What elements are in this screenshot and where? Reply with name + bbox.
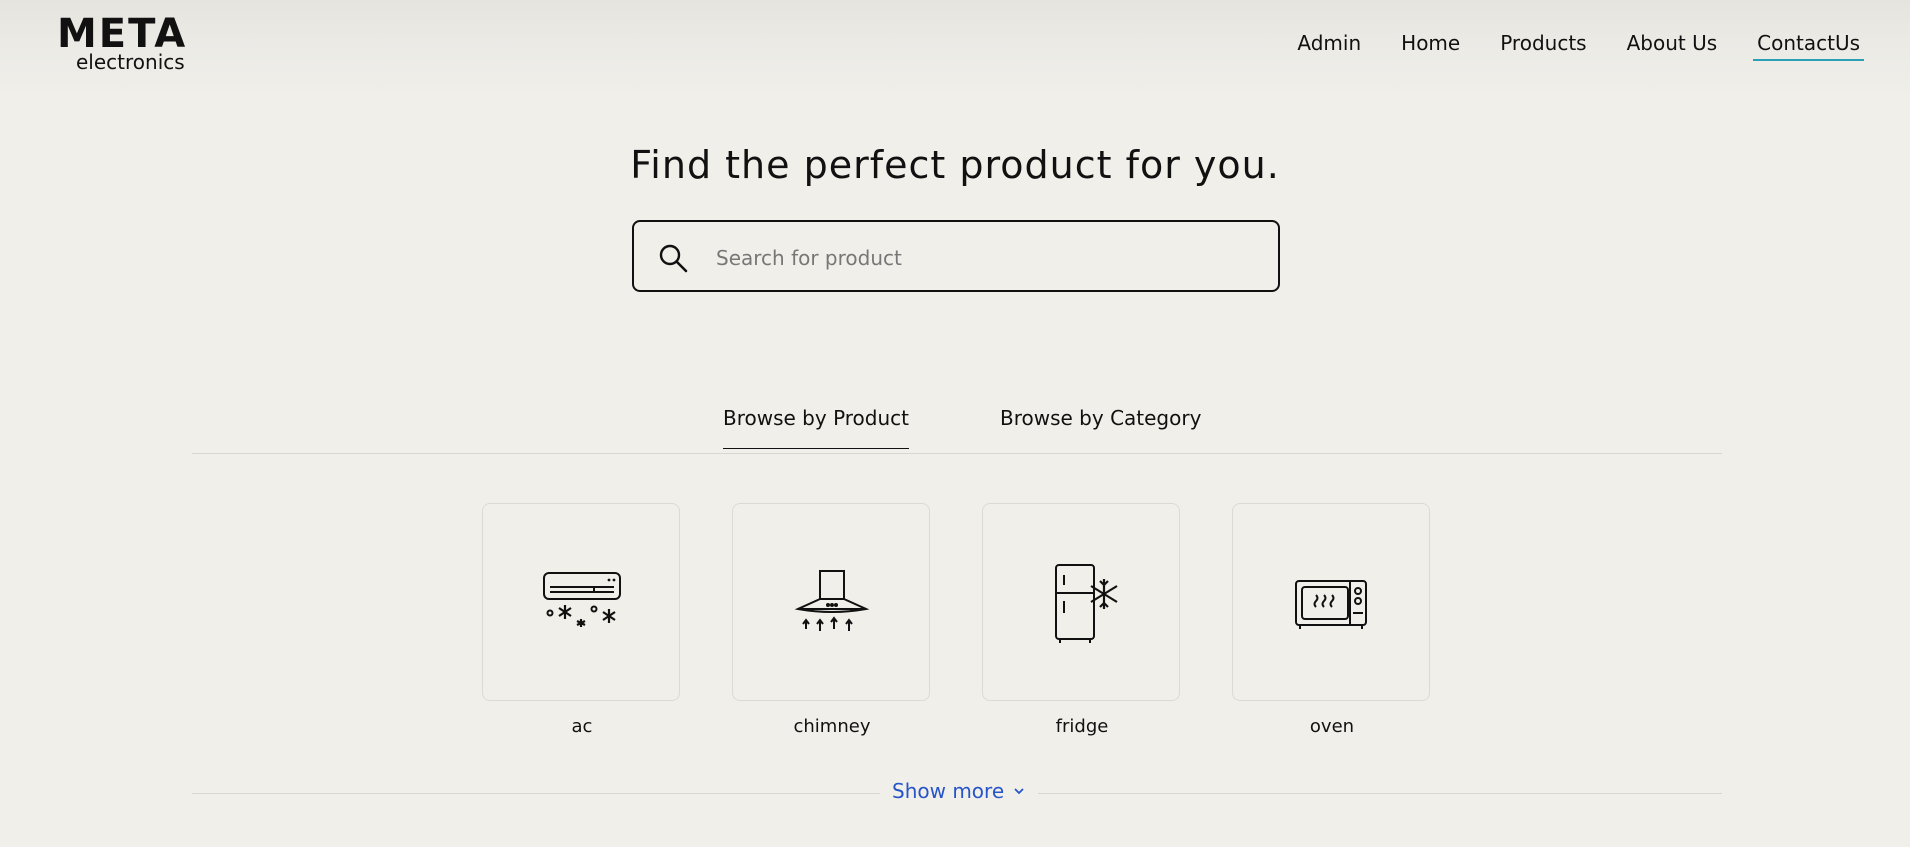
- product-card-fridge[interactable]: fridge: [982, 503, 1180, 737]
- brand-name: META: [57, 11, 188, 57]
- product-label-fridge: fridge: [1055, 716, 1109, 737]
- nav-home[interactable]: Home: [1401, 31, 1460, 61]
- show-more-button[interactable]: Show more: [880, 779, 1039, 803]
- show-more-label: Show more: [892, 779, 1005, 803]
- brand-logo[interactable]: META electronics: [57, 14, 187, 72]
- nav-products[interactable]: Products: [1500, 31, 1586, 61]
- product-label-chimney: chimney: [793, 716, 871, 737]
- product-card-chimney[interactable]: chimney: [732, 503, 930, 737]
- search-icon[interactable]: [658, 243, 688, 273]
- product-card-oven[interactable]: oven: [1232, 503, 1430, 737]
- product-label-oven: oven: [1309, 716, 1355, 737]
- chimney-hood-icon: [794, 570, 870, 631]
- nav-admin[interactable]: Admin: [1297, 31, 1361, 61]
- nav-about-us[interactable]: About Us: [1627, 31, 1718, 61]
- site-header: META electronics Admin Home Products Abo…: [0, 0, 1910, 92]
- tab-browse-by-product[interactable]: Browse by Product: [723, 406, 910, 449]
- microwave-oven-icon: [1295, 580, 1367, 629]
- fridge-icon: [1055, 564, 1118, 643]
- chevron-down-icon: [1014, 788, 1024, 795]
- main-nav: Admin Home Products About Us ContactUs: [1297, 31, 1864, 61]
- search-input[interactable]: [714, 240, 1258, 276]
- page-title: Find the perfect product for you.: [630, 143, 1280, 187]
- product-label-ac: ac: [571, 716, 593, 737]
- browse-tabs: Browse by Product Browse by Category: [192, 400, 1722, 454]
- air-conditioner-icon: [543, 572, 621, 627]
- search-box[interactable]: [632, 220, 1280, 292]
- product-card-ac[interactable]: ac: [482, 503, 680, 737]
- tab-browse-by-category[interactable]: Browse by Category: [1000, 406, 1201, 448]
- brand-subtitle: electronics: [76, 50, 185, 74]
- nav-contact-us[interactable]: ContactUs: [1753, 31, 1864, 61]
